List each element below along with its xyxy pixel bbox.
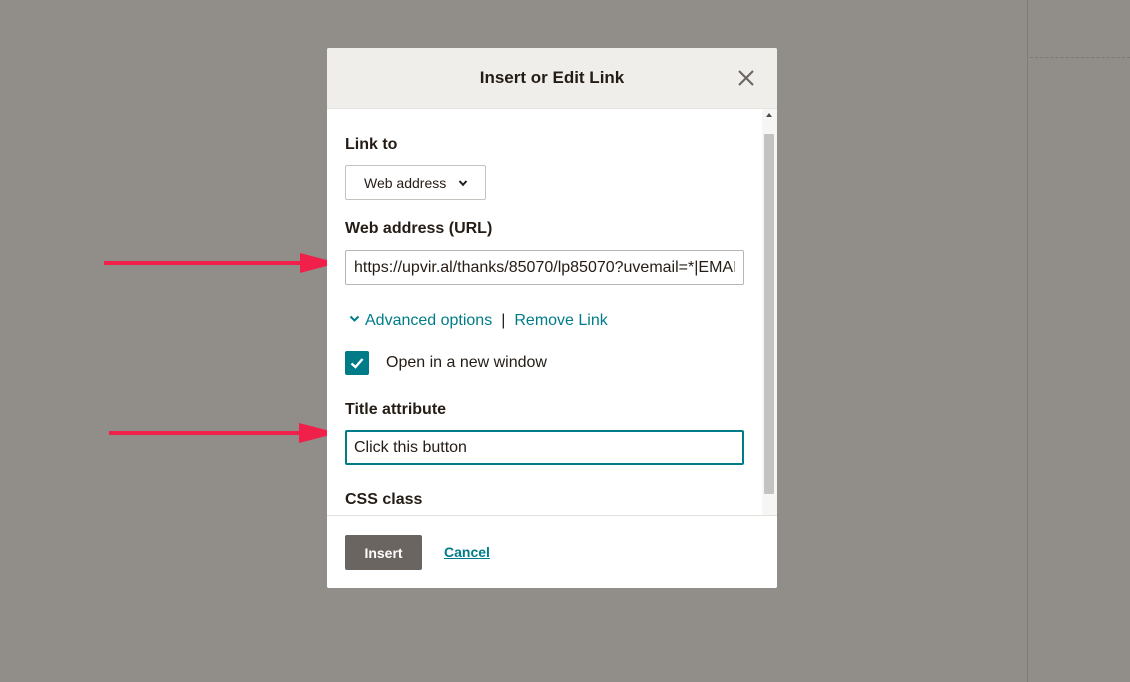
link-separator: | bbox=[501, 312, 506, 329]
advanced-row: Advanced options | Remove Link bbox=[349, 312, 608, 330]
scroll-up-arrow-icon[interactable] bbox=[766, 113, 772, 117]
background-divider bbox=[1027, 0, 1028, 682]
dialog-body: Link to Web address Web address (URL) Ad… bbox=[327, 109, 777, 515]
link-to-selected-value: Web address bbox=[364, 175, 447, 191]
background-dashed-line bbox=[1030, 57, 1130, 58]
remove-link-button[interactable]: Remove Link bbox=[514, 312, 607, 329]
insert-link-dialog: Insert or Edit Link Link to Web address … bbox=[327, 48, 777, 588]
arrow-right-icon bbox=[109, 423, 338, 443]
title-attribute-label: Title attribute bbox=[345, 401, 447, 418]
chevron-down-icon bbox=[458, 180, 468, 187]
cancel-button[interactable]: Cancel bbox=[444, 544, 490, 560]
url-label: Web address (URL) bbox=[345, 220, 493, 237]
arrow-right-icon bbox=[104, 253, 338, 273]
css-class-label: CSS class bbox=[345, 491, 423, 508]
link-to-select[interactable]: Web address bbox=[345, 165, 486, 200]
advanced-options-label: Advanced options bbox=[365, 312, 493, 329]
link-to-label: Link to bbox=[345, 136, 398, 153]
close-button[interactable] bbox=[734, 66, 758, 90]
title-attribute-input[interactable] bbox=[345, 430, 744, 465]
insert-button[interactable]: Insert bbox=[345, 535, 422, 570]
dialog-footer: Insert Cancel bbox=[327, 515, 777, 588]
checkmark-icon bbox=[350, 358, 364, 369]
dialog-scrollbar[interactable] bbox=[762, 109, 777, 515]
advanced-options-toggle[interactable]: Advanced options bbox=[349, 312, 492, 329]
scrollbar-thumb[interactable] bbox=[764, 134, 774, 494]
close-icon bbox=[738, 70, 754, 86]
chevron-down-icon bbox=[349, 315, 360, 322]
new-window-checkbox[interactable] bbox=[345, 351, 369, 375]
url-input[interactable] bbox=[345, 250, 744, 285]
dialog-header: Insert or Edit Link bbox=[327, 48, 777, 109]
dialog-title: Insert or Edit Link bbox=[479, 68, 625, 87]
new-window-label: Open in a new window bbox=[386, 354, 547, 371]
